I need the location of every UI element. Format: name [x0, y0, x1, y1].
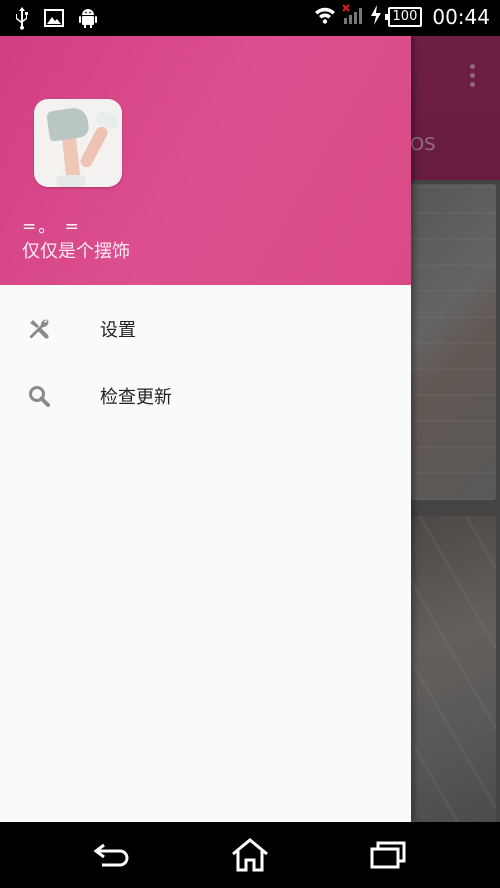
usb-icon	[14, 6, 30, 34]
wrench-icon	[27, 317, 51, 341]
android-icon	[78, 7, 98, 33]
back-icon[interactable]	[92, 837, 132, 873]
menu-item-label: 设置	[100, 319, 136, 341]
navigation-drawer: =。 = 仅仅是个摆饰 设置 检查更新	[0, 36, 411, 822]
navigation-bar	[0, 822, 500, 888]
wifi-icon	[314, 6, 336, 28]
menu-item-settings[interactable]: 设置	[0, 295, 411, 362]
battery-icon: 100	[384, 7, 423, 27]
menu-item-check-update[interactable]: 检查更新	[0, 362, 411, 429]
user-nickname: =。 =	[22, 217, 81, 237]
clock: 00:44	[432, 5, 490, 29]
search-icon	[27, 384, 51, 408]
user-signature: 仅仅是个摆饰	[22, 241, 130, 262]
menu-item-label: 检查更新	[100, 386, 172, 408]
drawer-header: =。 = 仅仅是个摆饰	[0, 36, 411, 285]
home-icon[interactable]	[230, 837, 270, 873]
status-bar: 100 00:44	[0, 0, 500, 36]
signal-icon	[341, 4, 364, 30]
avatar[interactable]	[34, 99, 122, 187]
charging-icon	[370, 5, 382, 29]
image-icon	[44, 8, 64, 32]
drawer-menu: 设置 检查更新	[0, 285, 411, 429]
recent-apps-icon[interactable]	[368, 837, 408, 873]
